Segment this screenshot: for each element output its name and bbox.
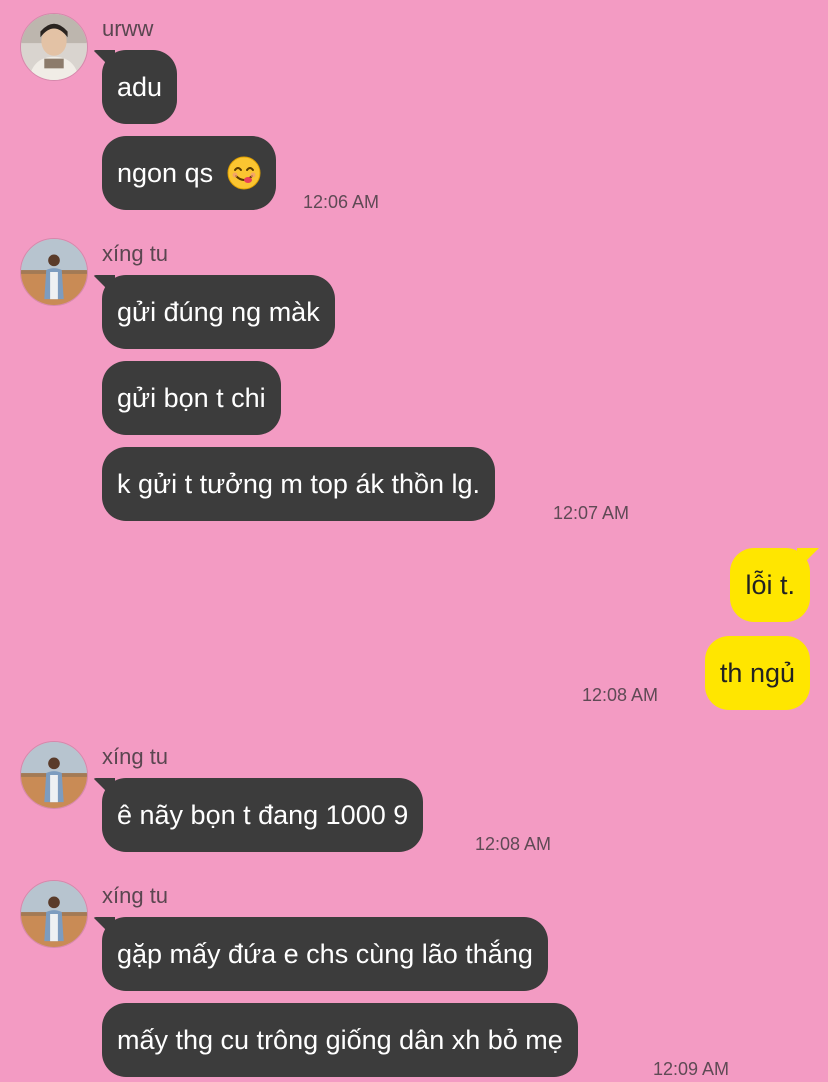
timestamp: 12:09 AM [653,1059,730,1079]
message-bubble[interactable]: k gửi t tưởng m top ák thồn lg. [102,447,496,521]
chat-thread: urww adu ngon qs 12:06 AM xíng tu gửi đú… [0,0,828,1082]
message-text: gửi đúng ng màk [117,297,320,327]
yum-face-emoji-icon [227,156,261,190]
sender-name: xíng tu [102,241,169,266]
message-bubble[interactable]: gửi đúng ng màk [102,275,335,349]
message-bubble[interactable]: mấy thg cu trông giống dân xh bỏ mẹ [102,1003,578,1077]
message-bubble[interactable]: adu [102,50,178,124]
sender-name: xíng tu [102,744,169,769]
message-text: k gửi t tưởng m top ák thồn lg. [117,469,481,499]
timestamp: 12:07 AM [553,503,630,523]
message-text: th ngủ [719,658,795,688]
avatar-photo-icon [21,239,87,305]
message-text: adu [117,72,163,102]
avatar-photo-icon [21,742,87,808]
sender-name: urww [102,16,154,41]
sender-name: xíng tu [102,883,169,908]
timestamp: 12:08 AM [582,685,659,705]
avatar[interactable] [20,13,88,81]
message-text: ngon qs [117,158,214,188]
timestamp: 12:06 AM [303,192,380,212]
message-bubble-outgoing[interactable]: lỗi t. [730,548,810,622]
avatar-photo-icon [21,14,87,80]
message-bubble[interactable]: gặp mấy đứa e chs cùng lão thắng [102,917,548,991]
message-bubble-outgoing[interactable]: th ngủ [704,636,810,710]
message-text: gặp mấy đứa e chs cùng lão thắng [117,939,533,969]
message-text: gửi bọn t chi [117,383,266,413]
avatar[interactable] [20,238,88,306]
avatar[interactable] [20,741,88,809]
message-bubble[interactable]: gửi bọn t chi [102,361,281,435]
avatar-photo-icon [21,881,87,947]
message-text: ê nãy bọn t đang 1000 9 [117,800,409,830]
message-bubble[interactable]: ngon qs [102,136,276,210]
message-text: mấy thg cu trông giống dân xh bỏ mẹ [117,1025,563,1055]
timestamp: 12:08 AM [475,834,552,854]
message-bubble[interactable]: ê nãy bọn t đang 1000 9 [102,778,424,852]
message-text: lỗi t. [745,570,795,600]
avatar[interactable] [20,880,88,948]
